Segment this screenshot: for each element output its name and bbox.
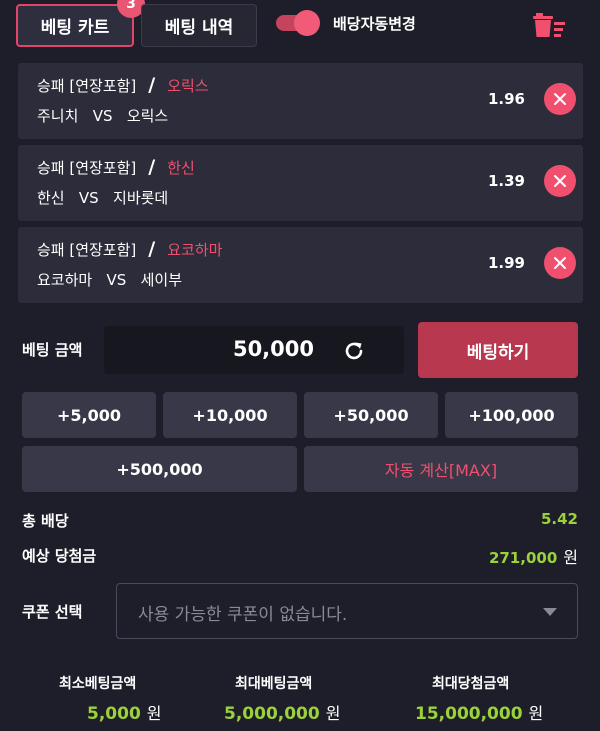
separator: /	[148, 238, 156, 260]
separator: /	[148, 74, 156, 96]
quick-add-10000-button[interactable]: +10,000	[163, 392, 297, 438]
place-bet-button[interactable]: 베팅하기	[418, 322, 578, 378]
currency-unit: 원	[325, 704, 341, 723]
auto-calc-max-button[interactable]: 자동 계산[MAX]	[304, 446, 578, 492]
bet-pick: 요코하마	[167, 241, 223, 259]
bet-matchup: 요코하마 VS 세이부	[37, 271, 183, 289]
max-win-value: 15,000,000	[415, 704, 523, 724]
bet-amount-label: 베팅 금액	[22, 341, 83, 359]
quick-add-50000-button[interactable]: +50,000	[304, 392, 438, 438]
expected-win-label: 예상 당첨금	[22, 547, 97, 565]
currency-unit: 원	[563, 548, 578, 567]
max-bet-value: 5,000,000	[224, 704, 320, 724]
quick-add-5000-button[interactable]: +5,000	[22, 392, 156, 438]
bet-matchup: 한신 VS 지바롯데	[37, 189, 169, 207]
bet-odds: 1.39	[487, 172, 525, 190]
chevron-down-icon	[543, 608, 557, 616]
tab-bet-history-label: 베팅 내역	[164, 18, 234, 38]
bet-odds: 1.99	[487, 254, 525, 272]
quick-add-500000-button[interactable]: +500,000	[22, 446, 297, 492]
close-icon	[554, 175, 566, 187]
max-bet: 5,000,000 원	[224, 700, 340, 724]
bet-odds: 1.96	[487, 90, 525, 108]
separator: /	[148, 156, 156, 178]
tab-bet-cart-label: 베팅 카트	[40, 18, 110, 38]
currency-unit: 원	[528, 704, 544, 723]
total-odds-label: 총 배당	[22, 512, 69, 530]
max-win: 15,000,000 원	[415, 700, 543, 724]
refresh-icon[interactable]	[342, 339, 366, 363]
expected-win: 271,000 원	[489, 544, 578, 568]
min-bet: 5,000 원	[87, 700, 162, 724]
bet-market: 승패 [연장포함]	[37, 159, 137, 177]
coupon-placeholder: 사용 가능한 쿠폰이 없습니다.	[138, 605, 348, 625]
bet-market: 승패 [연장포함]	[37, 241, 137, 259]
total-odds-value: 5.42	[540, 510, 578, 528]
trash-icon[interactable]	[532, 10, 568, 38]
toggle-knob[interactable]	[294, 10, 320, 36]
close-icon	[554, 257, 566, 269]
remove-bet-button[interactable]	[544, 83, 576, 115]
bet-pick: 한신	[167, 159, 195, 177]
bet-slip-item: 승패 [연장포함] / 요코하마 요코하마 VS 세이부 1.99	[18, 227, 583, 303]
remove-bet-button[interactable]	[544, 247, 576, 279]
bet-slip-item: 승패 [연장포함] / 오릭스 주니치 VS 오릭스 1.96	[18, 63, 583, 139]
coupon-label: 쿠폰 선택	[22, 603, 83, 621]
bet-matchup: 주니치 VS 오릭스	[37, 107, 169, 125]
bet-amount-input[interactable]: 50,000	[104, 326, 404, 374]
bet-market: 승패 [연장포함]	[37, 77, 137, 95]
min-bet-value: 5,000	[87, 704, 141, 724]
bet-amount-value: 50,000	[232, 337, 314, 361]
tab-bet-cart[interactable]: 베팅 카트 3	[16, 0, 145, 47]
bet-slip-item: 승패 [연장포함] / 한신 한신 VS 지바롯데 1.39	[18, 145, 583, 221]
coupon-select[interactable]: 사용 가능한 쿠폰이 없습니다.	[116, 583, 578, 639]
max-bet-label: 최대베팅금액	[235, 676, 313, 692]
close-icon	[554, 93, 566, 105]
min-bet-label: 최소베팅금액	[59, 676, 137, 692]
expected-win-value: 271,000	[488, 549, 558, 567]
currency-unit: 원	[146, 704, 162, 723]
auto-odds-label: 배당자동변경	[333, 15, 416, 33]
tab-bet-history[interactable]: 베팅 내역	[141, 4, 257, 47]
quick-add-100000-button[interactable]: +100,000	[445, 392, 578, 438]
bet-pick: 오릭스	[167, 77, 209, 95]
remove-bet-button[interactable]	[544, 165, 576, 197]
max-win-label: 최대당첨금액	[432, 676, 510, 692]
